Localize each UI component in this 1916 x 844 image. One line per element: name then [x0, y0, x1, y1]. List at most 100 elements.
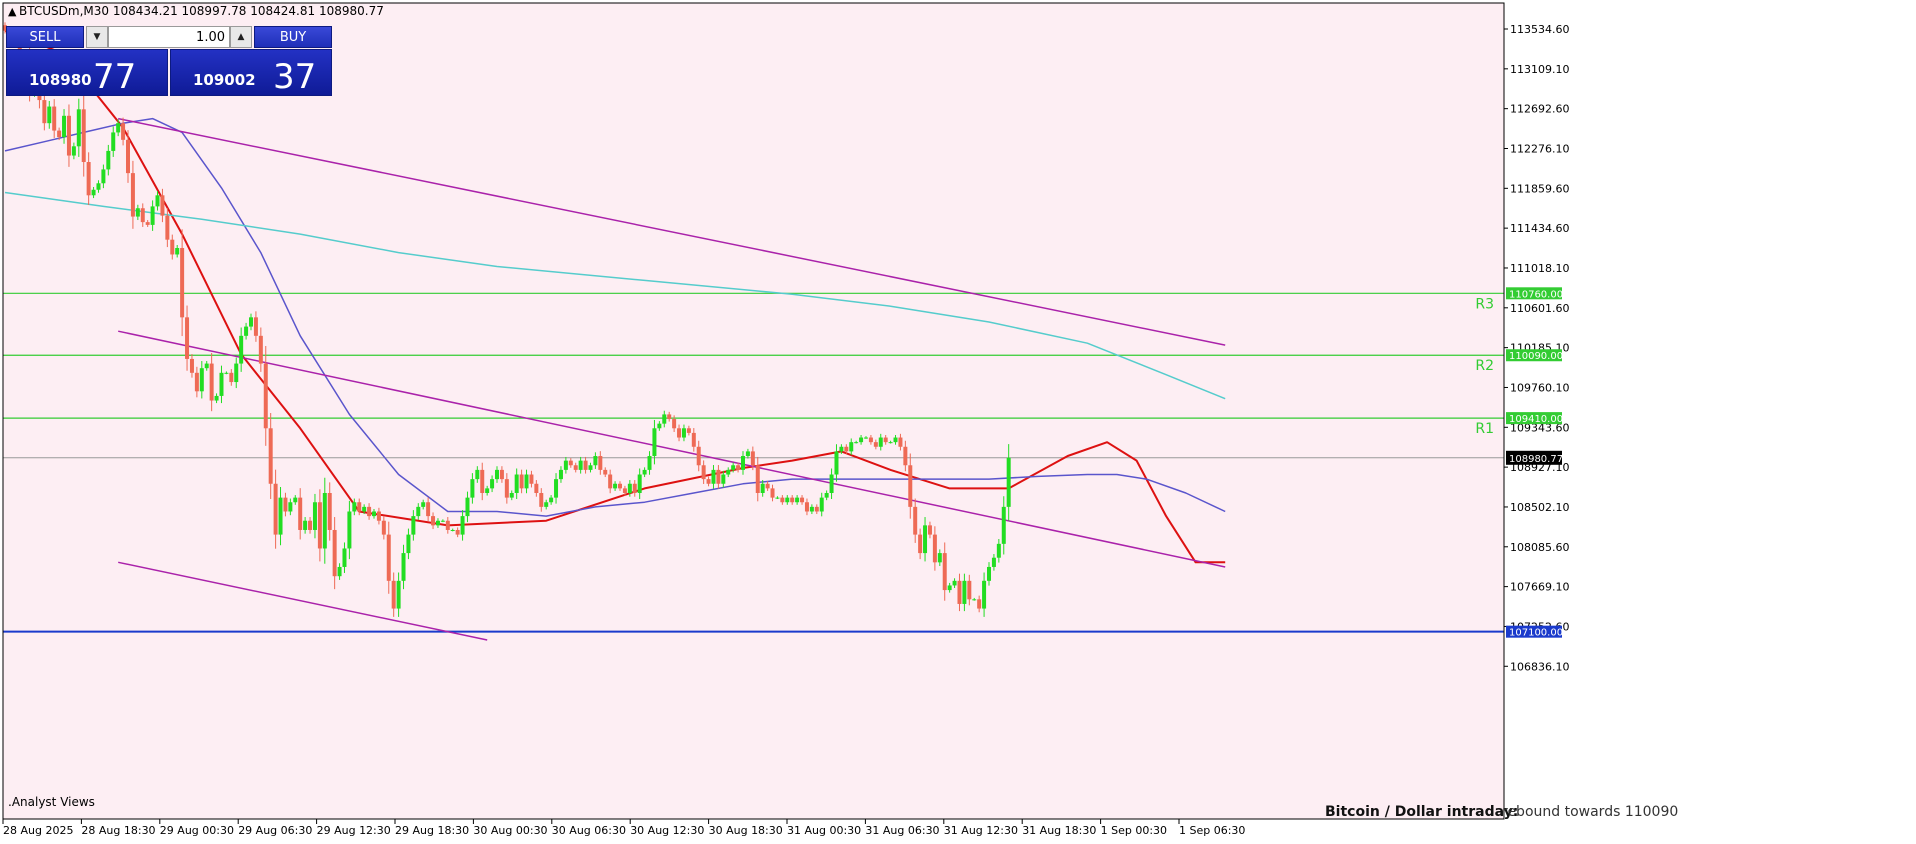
candle — [219, 372, 224, 396]
candle — [991, 557, 996, 567]
candle — [155, 195, 160, 207]
candle — [686, 428, 691, 433]
sell-button[interactable]: SELL — [6, 26, 84, 48]
collapse-arrow-icon[interactable]: ▲ — [8, 5, 17, 18]
candle — [62, 115, 67, 138]
x-tick-label: 30 Aug 06:30 — [552, 824, 626, 837]
candle — [539, 493, 544, 507]
candle — [657, 423, 662, 429]
candle — [573, 465, 578, 470]
candle — [450, 529, 455, 531]
candle — [47, 106, 52, 124]
candle — [972, 599, 977, 601]
candle — [809, 506, 814, 512]
candle — [731, 465, 736, 470]
candle — [91, 189, 96, 196]
candle — [485, 488, 490, 493]
candle — [514, 474, 519, 493]
candle — [135, 208, 140, 217]
candle — [111, 132, 116, 151]
ask-price-box[interactable]: 109002 37 — [170, 49, 332, 96]
candle — [632, 483, 637, 493]
candle — [480, 469, 485, 493]
buy-button[interactable]: BUY — [254, 26, 332, 48]
volume-up-icon[interactable]: ▲ — [230, 26, 252, 48]
candle — [741, 456, 745, 470]
candle — [465, 497, 470, 517]
candle — [563, 460, 568, 470]
candle — [367, 506, 372, 517]
ask-price-pips: 37 — [273, 57, 317, 97]
candle — [234, 363, 239, 383]
candle — [455, 529, 460, 535]
candle — [106, 150, 111, 170]
candle — [298, 497, 303, 530]
candle — [160, 195, 165, 216]
candle — [121, 123, 126, 140]
caption-title: Bitcoin / Dollar intraday: — [1325, 804, 1518, 820]
candle — [839, 446, 844, 452]
x-tick-label: 30 Aug 12:30 — [630, 824, 704, 837]
candle — [352, 502, 357, 512]
candle — [440, 520, 445, 522]
candle — [873, 442, 878, 447]
candle — [116, 123, 121, 133]
y-tick-label: 112276.10 — [1510, 142, 1570, 155]
price-chart: R3 R2 R1 113534.60 113109.10 112692.60 112276… — [0, 0, 1916, 840]
candle — [908, 465, 913, 507]
candle — [86, 162, 91, 196]
x-tick-label: 28 Aug 18:30 — [81, 824, 155, 837]
candle — [893, 437, 898, 443]
plot-area[interactable] — [3, 3, 1504, 819]
ask-price-main: 109002 — [193, 71, 256, 89]
bid-price-box[interactable]: 108980 77 — [6, 49, 168, 96]
candle — [647, 456, 652, 470]
candle — [150, 206, 155, 225]
candle — [716, 469, 721, 484]
candle — [52, 106, 57, 131]
candle — [101, 169, 106, 184]
y-tick-label: 112692.60 — [1510, 103, 1570, 116]
x-tick-label: 30 Aug 00:30 — [473, 824, 547, 837]
candle — [918, 534, 923, 554]
candle — [312, 502, 317, 530]
level-tag-support: 107100.00 — [1509, 628, 1563, 639]
candle — [790, 497, 795, 503]
candle — [347, 511, 352, 549]
y-tick-label: 107669.10 — [1510, 581, 1570, 594]
candle — [987, 566, 991, 581]
candle — [499, 469, 504, 480]
candle — [883, 437, 888, 443]
candle — [544, 502, 549, 507]
candle — [401, 553, 406, 581]
candle — [795, 497, 800, 503]
y-tick-label: 111018.10 — [1510, 262, 1570, 275]
candle — [622, 488, 627, 493]
candle — [804, 502, 809, 512]
candle — [667, 414, 672, 420]
y-tick-label: 106836.10 — [1510, 660, 1570, 673]
candle — [672, 419, 677, 429]
candle — [416, 506, 421, 517]
x-tick-label: 31 Aug 18:30 — [1022, 824, 1096, 837]
candle — [229, 372, 234, 383]
y-tick-label: 111859.60 — [1510, 182, 1570, 195]
candle — [558, 469, 563, 480]
candle — [878, 437, 883, 447]
candle — [66, 115, 71, 156]
candle — [888, 442, 893, 444]
candle — [942, 553, 947, 591]
candle — [618, 483, 622, 489]
candle — [332, 529, 337, 577]
one-click-trading-panel: SELL ▼ ▲ BUY 108980 77 109002 37 — [6, 24, 332, 97]
chart-window: R3 R2 R1 113534.60 113109.10 112692.60 112276… — [0, 0, 1916, 840]
volume-down-icon[interactable]: ▼ — [86, 26, 108, 48]
candle — [701, 465, 706, 480]
candle — [681, 428, 686, 438]
candle — [470, 479, 475, 498]
candle — [1006, 457, 1011, 507]
candle — [431, 516, 436, 526]
candle — [317, 502, 322, 549]
candle — [962, 580, 967, 604]
volume-input[interactable] — [108, 26, 230, 48]
